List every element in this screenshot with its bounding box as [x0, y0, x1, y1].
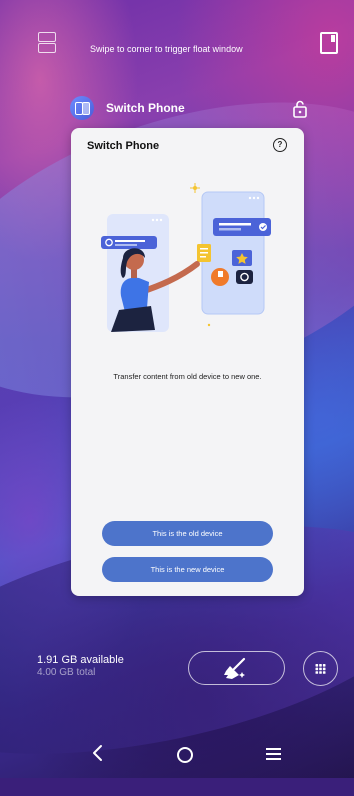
- float-window-icon[interactable]: [320, 32, 338, 54]
- help-icon[interactable]: ?: [273, 138, 287, 152]
- old-device-button[interactable]: This is the old device: [102, 521, 273, 546]
- app-name: Switch Phone: [106, 101, 185, 115]
- memory-total: 4.00 GB total: [37, 667, 96, 678]
- switch-phone-card[interactable]: Switch Phone ? Transfer content from old…: [71, 128, 304, 596]
- memory-available: 1.91 GB available: [37, 654, 124, 666]
- home-icon[interactable]: [177, 747, 193, 763]
- card-title: Switch Phone: [87, 140, 160, 152]
- clear-all-button[interactable]: [188, 651, 285, 685]
- app-grid-icon: [315, 663, 325, 674]
- card-description: Transfer content from old device to new …: [113, 372, 262, 381]
- app-header: Switch Phone: [70, 96, 310, 122]
- unlock-icon[interactable]: [292, 100, 308, 118]
- app-grid-button[interactable]: [303, 651, 338, 686]
- split-screen-icon[interactable]: [38, 32, 56, 54]
- memory-info: 1.91 GB available 4.00 GB total: [37, 654, 124, 678]
- navigation-bar: [0, 738, 354, 768]
- recents-icon[interactable]: [266, 748, 281, 760]
- back-icon[interactable]: [90, 744, 106, 762]
- float-window-hint: Swipe to corner to trigger float window: [90, 44, 243, 54]
- switch-phone-app-icon[interactable]: [70, 96, 94, 120]
- phone-transfer-illustration: [101, 183, 271, 332]
- new-device-button[interactable]: This is the new device: [102, 557, 273, 582]
- broom-clean-icon: [223, 657, 245, 679]
- recents-top-bar: Swipe to corner to trigger float window: [0, 30, 354, 66]
